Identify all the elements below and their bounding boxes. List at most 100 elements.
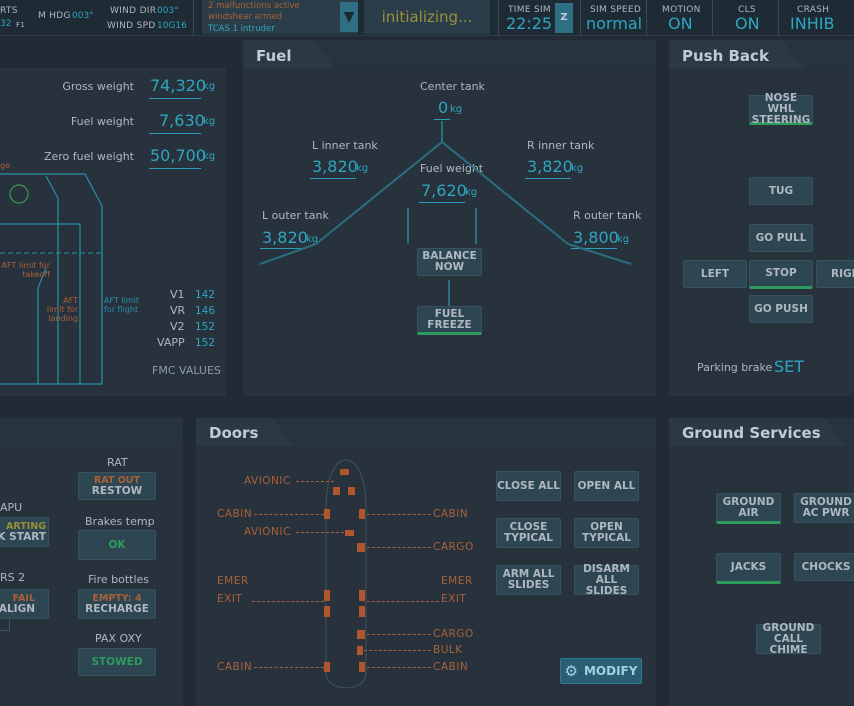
modify-button[interactable]: ⚙ MODIFY — [560, 658, 642, 684]
pushback-title: Push Back — [669, 40, 782, 68]
vapp-value: 152 — [195, 337, 216, 349]
aft-landing-label: AFT limit for landing — [46, 296, 78, 323]
bulk-label: BULK — [433, 644, 463, 656]
leader-line — [367, 667, 431, 668]
cargo-label-2: CARGO — [433, 628, 474, 640]
message-box: 2 malfunctions active windshear armed TC… — [202, 0, 358, 34]
divider — [778, 0, 779, 36]
door-avionic-top[interactable] — [340, 469, 349, 475]
leader-line — [296, 532, 344, 533]
door-emer-2r[interactable] — [359, 606, 365, 617]
cls-value[interactable]: ON — [735, 14, 760, 33]
gear-icon: ⚙ — [564, 661, 578, 680]
message-windshear: windshear armed — [208, 12, 283, 22]
door-cargo-aft[interactable] — [357, 630, 365, 639]
apu-start: K START — [0, 531, 46, 543]
divider — [498, 0, 499, 36]
apu-button[interactable]: ARTING K START — [0, 517, 49, 547]
fuselage-outline — [325, 459, 367, 688]
leader-line — [254, 514, 324, 515]
exit-label-r: EXIT — [441, 593, 467, 605]
ground-services-title: Ground Services — [669, 418, 824, 446]
time-zone-button[interactable]: Z — [555, 3, 573, 33]
go-pull-button[interactable]: GO PULL — [749, 224, 813, 252]
motion-value[interactable]: ON — [668, 14, 693, 33]
tug-button[interactable]: TUG — [749, 177, 813, 205]
open-all-doors-button[interactable]: OPEN ALL — [574, 471, 639, 501]
fuel-freeze-button[interactable]: FUEL FREEZE — [417, 306, 482, 335]
divider — [712, 0, 713, 36]
fire-bottles-button[interactable]: EMPTY: 4 RECHARGE — [78, 589, 156, 619]
door-emer-1r[interactable] — [359, 590, 365, 601]
underline — [149, 98, 201, 99]
cabin-label-1r: CABIN — [433, 508, 469, 520]
go-push-button[interactable]: GO PUSH — [749, 295, 813, 323]
unit: kg — [203, 81, 216, 92]
unit: kg — [203, 116, 216, 127]
door-avionic-right[interactable] — [348, 487, 355, 495]
aft-flight-label: AFT limit for flight — [104, 296, 139, 314]
avionic-label-2: AVIONIC — [244, 526, 291, 538]
rat-button[interactable]: RAT OUT RESTOW — [78, 472, 156, 500]
door-cabin-1l[interactable] — [324, 509, 330, 519]
v1-label: V1 — [170, 288, 185, 301]
sim-speed-value[interactable]: normal — [586, 14, 642, 33]
weights-panel: Gross weight 74,320 kg Fuel weight 7,630… — [0, 68, 226, 396]
fuel-weight-label: Fuel weight — [70, 115, 134, 128]
balance-now-button[interactable]: BALANCE NOW — [417, 248, 482, 276]
crash-value[interactable]: INHIB — [790, 14, 834, 33]
avionic-label-1: AVIONIC — [244, 475, 291, 487]
underline — [149, 168, 201, 169]
left-button[interactable]: LEFT — [683, 260, 747, 288]
ground-ac-power-button[interactable]: GROUND AC PWR — [794, 493, 854, 523]
wind-spd-value: 10G16 — [157, 21, 187, 31]
v2-label: V2 — [170, 320, 185, 333]
door-cabin-2l[interactable] — [324, 662, 330, 672]
ground-call-chime-button[interactable]: GROUND CALL CHIME — [756, 622, 821, 655]
leader-line — [367, 634, 431, 635]
zero-fuel-weight-label: Zero fuel weight — [43, 150, 134, 163]
chevron-down-icon[interactable]: ▼ — [340, 2, 358, 32]
brakes-temp-label: Brakes temp — [85, 515, 155, 528]
jacks-button[interactable]: JACKS — [716, 553, 781, 584]
vr-label: VR — [170, 304, 186, 317]
ground-air-button[interactable]: GROUND AIR — [716, 493, 781, 524]
chocks-button[interactable]: CHOCKS — [794, 553, 854, 581]
modify-label: MODIFY — [583, 663, 638, 678]
title-tab-corner — [782, 40, 804, 68]
stop-button[interactable]: STOP — [749, 260, 813, 289]
open-typical-button[interactable]: OPEN TYPICAL — [574, 518, 639, 548]
disarm-all-slides-button[interactable]: DISARM ALL SLIDES — [574, 563, 639, 596]
emer-label-l: EMER — [217, 575, 249, 587]
parking-brake-value[interactable]: SET — [774, 357, 804, 376]
vapp-label: VAPP — [157, 336, 185, 349]
cabin-label-2l: CABIN — [217, 661, 253, 673]
fuel-title: Fuel — [243, 40, 313, 68]
unit: kg — [203, 151, 216, 162]
door-emer-1l[interactable] — [324, 590, 330, 601]
nose-wheel-steering-button[interactable]: NOSE WHL STEERING — [749, 92, 813, 125]
door-cargo-fwd[interactable] — [357, 543, 365, 552]
title-tab-corner — [313, 40, 335, 68]
close-typical-button[interactable]: CLOSE TYPICAL — [496, 518, 561, 548]
fire-bottles-recharge: RECHARGE — [85, 603, 149, 615]
divider — [646, 0, 647, 36]
door-cabin-1r[interactable] — [359, 509, 365, 519]
zero-fuel-weight-value: 50,700 — [150, 146, 206, 165]
v1-value: 142 — [195, 289, 216, 301]
top-bar: RTS 32 F1 M HDG 003° WIND DIR 003° WIND … — [0, 0, 854, 36]
leader-line — [364, 650, 431, 651]
door-emer-2l[interactable] — [324, 606, 330, 617]
emer-label-r: EMER — [441, 575, 473, 587]
door-bulk[interactable] — [357, 646, 363, 655]
leader-line — [254, 667, 324, 668]
door-avionic-left[interactable] — [333, 487, 340, 495]
close-all-doors-button[interactable]: CLOSE ALL — [496, 471, 561, 501]
door-avionic-2[interactable] — [345, 530, 354, 536]
rat-label: RAT — [107, 456, 128, 469]
irs2-align-button[interactable]: FAIL ALIGN — [0, 589, 49, 619]
divider — [580, 0, 581, 36]
door-cabin-2r[interactable] — [359, 662, 365, 672]
arm-all-slides-button[interactable]: ARM ALL SLIDES — [496, 565, 561, 595]
right-button[interactable]: RIGH — [816, 260, 854, 288]
